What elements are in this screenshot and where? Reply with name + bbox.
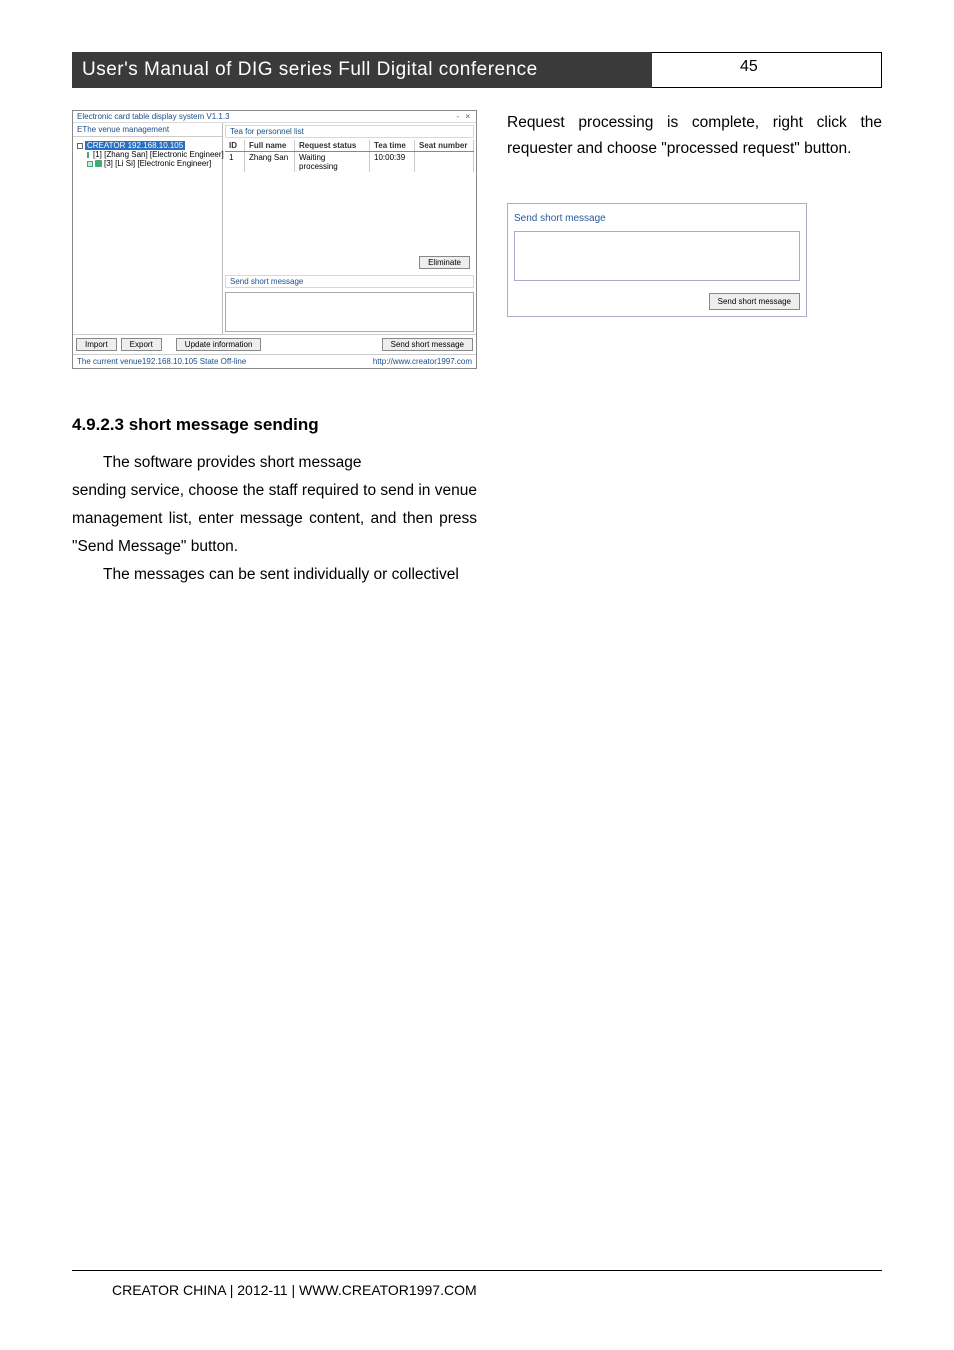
avatar-icon bbox=[95, 160, 102, 167]
app-window-title: Electronic card table display system V1.… bbox=[77, 112, 230, 121]
grid-header: ID Full name Request status Tea time Sea… bbox=[225, 140, 474, 152]
col-time: Tea time bbox=[370, 140, 415, 151]
cell-seat bbox=[415, 152, 474, 172]
cell-name: Zhang San bbox=[245, 152, 295, 172]
message-textarea[interactable] bbox=[225, 292, 474, 332]
window-controls[interactable]: - × bbox=[456, 112, 472, 121]
col-status: Request status bbox=[295, 140, 370, 151]
status-left: The current venue192.168.10.105 State Of… bbox=[77, 357, 246, 366]
right-paragraph: Request processing is complete, right cl… bbox=[507, 110, 882, 163]
footer-text: CREATOR CHINA | 2012-11 | WWW.CREATOR199… bbox=[112, 1282, 477, 1298]
tree-item-label: [3] [Li Si] [Electronic Engineer] bbox=[104, 159, 211, 168]
table-row[interactable]: 1 Zhang San Waiting processing 10:00:39 bbox=[225, 152, 474, 172]
cell-time: 10:00:39 bbox=[370, 152, 415, 172]
body-p1b: sending service, choose the staff requir… bbox=[72, 477, 477, 561]
tree-item[interactable]: [1] [Zhang San] [Electronic Engineer] bbox=[77, 150, 218, 159]
tree-item-label: [1] [Zhang San] [Electronic Engineer] bbox=[93, 150, 224, 159]
export-button[interactable]: Export bbox=[121, 338, 162, 351]
mini-send-panel: Send short message Send short message bbox=[507, 203, 807, 318]
page-number: 45 bbox=[740, 58, 758, 76]
col-id: ID bbox=[225, 140, 245, 151]
mini-panel-header: Send short message bbox=[514, 213, 606, 224]
footer-rule bbox=[72, 1270, 882, 1271]
tea-panel-header: Tea for personnel list bbox=[225, 125, 474, 138]
tree-item[interactable]: [3] [Li Si] [Electronic Engineer] bbox=[77, 159, 218, 168]
send-message-button[interactable]: Send short message bbox=[382, 338, 473, 351]
app-window: Electronic card table display system V1.… bbox=[72, 110, 477, 369]
mini-send-button[interactable]: Send short message bbox=[709, 293, 800, 311]
msg-panel-header: Send short message bbox=[225, 275, 474, 288]
status-right: http://www.creator1997.com bbox=[373, 357, 472, 366]
mini-textarea[interactable] bbox=[514, 231, 800, 281]
body-p2: The messages can be sent individually or… bbox=[72, 561, 477, 589]
checkbox-icon[interactable] bbox=[87, 152, 89, 158]
eliminate-button[interactable]: Eliminate bbox=[419, 256, 470, 269]
ip-label: CREATOR 192.168.10.105 bbox=[85, 141, 185, 150]
tree-header: EThe venue management bbox=[73, 123, 222, 137]
cell-id: 1 bbox=[225, 152, 245, 172]
body-p1a: The software provides short message bbox=[72, 449, 477, 477]
checkbox-icon[interactable] bbox=[87, 161, 93, 167]
update-button[interactable]: Update information bbox=[176, 338, 262, 351]
col-name: Full name bbox=[245, 140, 295, 151]
import-button[interactable]: Import bbox=[76, 338, 117, 351]
checkbox-icon[interactable] bbox=[77, 143, 83, 149]
header-title: User's Manual of DIG series Full Digital… bbox=[72, 52, 652, 88]
col-seat: Seat number bbox=[415, 140, 474, 151]
cell-status: Waiting processing bbox=[295, 152, 370, 172]
tree-root[interactable]: CREATOR 192.168.10.105 bbox=[77, 141, 218, 150]
section-heading: 4.9.2.3 short message sending bbox=[72, 415, 477, 435]
